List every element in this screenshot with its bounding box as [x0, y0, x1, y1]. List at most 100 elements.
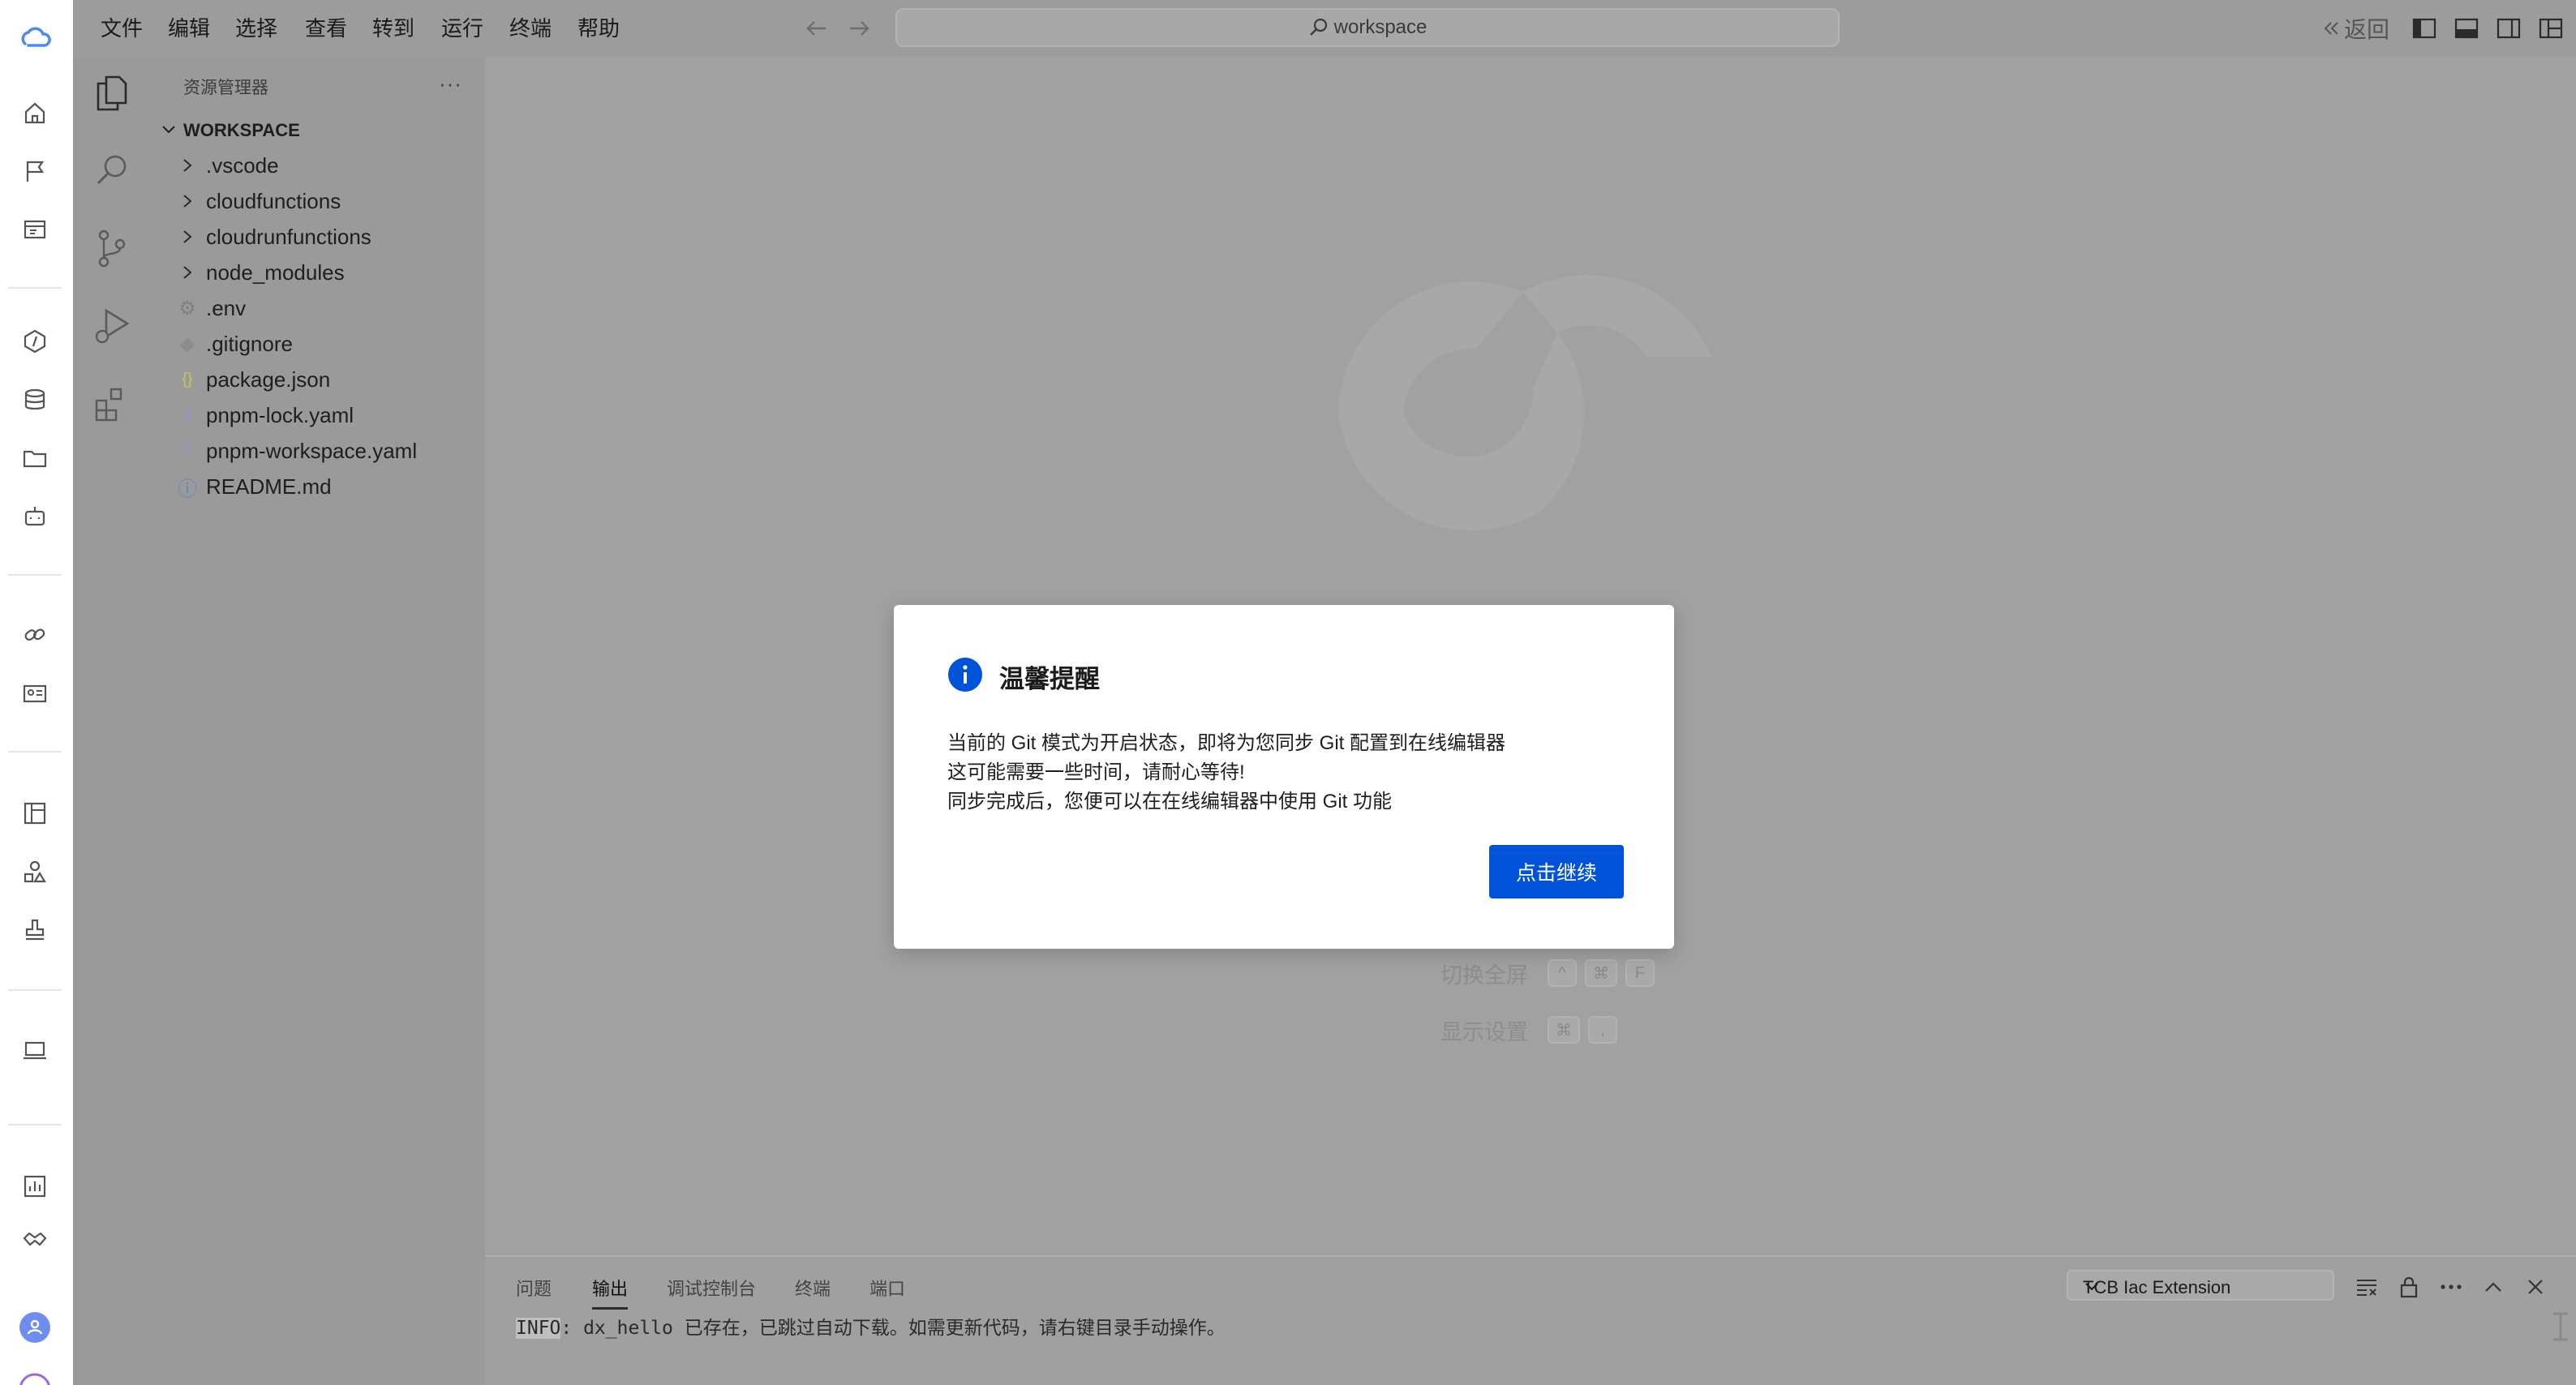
menu-file[interactable]: 文件 — [101, 14, 143, 43]
id-card-icon[interactable] — [16, 675, 54, 712]
tab-debug-console[interactable]: 调试控制台 — [667, 1275, 756, 1307]
json-file-icon: {} — [182, 370, 193, 388]
tree-folder-item[interactable]: .vscode — [151, 148, 485, 183]
keycap: ⌘ — [1585, 959, 1617, 987]
home-icon[interactable] — [16, 94, 54, 131]
tree-file-item[interactable]: {} package.json — [151, 362, 485, 397]
tree-item-label: cloudfunctions — [206, 189, 341, 213]
search-icon — [1308, 17, 1329, 38]
continue-button[interactable]: 点击继续 — [1489, 845, 1624, 898]
activity-bar — [73, 57, 151, 1385]
menu-go[interactable]: 转到 — [372, 14, 414, 43]
dialog-title: 温馨提醒 — [999, 665, 1100, 693]
tree-item-label: pnpm-lock.yaml — [206, 403, 354, 427]
tree-folder-item[interactable]: cloudfunctions — [151, 183, 485, 219]
tree-item-label: .gitignore — [206, 332, 293, 356]
shapes-icon[interactable] — [16, 853, 54, 890]
database-icon[interactable] — [16, 381, 54, 418]
hint-toggle-fullscreen: 切换全屏 ^ ⌘ F — [1440, 958, 1655, 988]
tree-item-label: node_modules — [206, 260, 345, 285]
robot-icon[interactable] — [16, 498, 54, 535]
extensions-icon[interactable] — [88, 379, 136, 428]
menu-terminal[interactable]: 终端 — [509, 14, 552, 43]
cloud-nav-rail — [0, 0, 73, 1385]
explorer-files-icon[interactable] — [88, 68, 136, 117]
info-icon — [947, 657, 983, 692]
hint-label: 显示设置 — [1440, 1019, 1528, 1044]
tree-item-label: cloudrunfunctions — [206, 225, 371, 249]
menu-help[interactable]: 帮助 — [577, 14, 620, 43]
info-file-icon: ⓘ — [178, 478, 197, 500]
more-actions-icon[interactable] — [2436, 1273, 2466, 1301]
log-level: INFO — [516, 1318, 561, 1339]
assistant-icon[interactable] — [16, 1362, 54, 1385]
user-avatar-icon[interactable] — [16, 1309, 54, 1346]
close-panel-icon[interactable] — [2521, 1273, 2550, 1301]
output-log-line: INFO: dx_hello 已存在，已跳过自动下载。如需更新代码，请右键目录手… — [516, 1312, 1226, 1340]
tree-file-item[interactable]: ! pnpm-workspace.yaml — [151, 433, 485, 469]
tree-file-item[interactable]: ◆ .gitignore — [151, 326, 485, 362]
toggle-secondary-sidebar-icon[interactable] — [2497, 15, 2521, 42]
tree-file-item[interactable]: ⓘ README.md — [151, 469, 485, 504]
dialog-message-line: 同步完成后，您便可以在在线编辑器中使用 Git 功能 — [947, 791, 1393, 813]
cloudbase-logo-icon[interactable] — [16, 19, 54, 57]
keycap: ^ — [1548, 959, 1577, 987]
gear-file-icon: ⚙ — [178, 297, 196, 319]
search-view-icon[interactable] — [88, 146, 136, 195]
explorer-more-actions[interactable]: ··· — [439, 71, 462, 96]
tab-terminal[interactable]: 终端 — [795, 1275, 831, 1307]
double-chevron-left-icon — [2321, 19, 2341, 38]
back-to-console-button[interactable]: 返回 — [2321, 15, 2389, 42]
run-debug-icon[interactable] — [88, 302, 136, 350]
hint-label: 切换全屏 — [1440, 963, 1528, 988]
link-icon[interactable] — [16, 616, 54, 654]
text-cursor-icon — [2550, 1310, 2571, 1343]
menu-edit[interactable]: 编辑 — [168, 14, 210, 43]
chevron-right-icon — [177, 225, 198, 248]
maximize-panel-icon[interactable] — [2479, 1273, 2508, 1301]
clear-output-icon[interactable] — [2352, 1273, 2381, 1301]
tree-file-item[interactable]: ⚙ .env — [151, 290, 485, 326]
tree-item-label: README.md — [206, 474, 332, 499]
yaml-file-icon: ! — [184, 440, 191, 461]
git-sync-reminder-dialog: 温馨提醒 当前的 Git 模式为开启状态，即将为您同步 Git 配置到在线编辑器… — [894, 605, 1674, 949]
log-message: : dx_hello 已存在，已跳过自动下载。如需更新代码，请右键目录手动操作。 — [560, 1318, 1226, 1339]
menu-view[interactable]: 查看 — [305, 14, 347, 43]
stamp-icon[interactable] — [16, 911, 54, 949]
function-icon[interactable] — [16, 323, 54, 360]
storage-folder-icon[interactable] — [16, 440, 54, 477]
cloudbase-watermark-logo — [1290, 235, 1760, 560]
toggle-primary-sidebar-icon[interactable] — [2412, 15, 2436, 42]
tree-folder-item[interactable]: node_modules — [151, 255, 485, 290]
command-center-search[interactable]: workspace — [895, 8, 1840, 47]
bar-chart-icon[interactable] — [16, 1168, 54, 1205]
toggle-panel-icon[interactable] — [2454, 15, 2479, 42]
workspace-header[interactable]: WORKSPACE — [151, 115, 485, 144]
menu-selection[interactable]: 选择 — [235, 14, 277, 43]
lock-icon[interactable] — [2394, 1273, 2424, 1301]
yaml-file-icon: ! — [184, 404, 191, 426]
tree-folder-item[interactable]: cloudrunfunctions — [151, 219, 485, 255]
hint-show-settings: 显示设置 ⌘ , — [1440, 1015, 1617, 1044]
laptop-icon[interactable] — [16, 1031, 54, 1069]
template-icon[interactable] — [16, 211, 54, 248]
menu-run[interactable]: 运行 — [441, 14, 483, 43]
chevron-right-icon — [177, 154, 198, 177]
source-control-icon[interactable] — [88, 224, 136, 272]
explorer-sidebar: 资源管理器 ··· WORKSPACE .vscode cloudfunction… — [151, 57, 485, 1385]
tab-problems[interactable]: 问题 — [516, 1275, 552, 1307]
customize-layout-icon[interactable] — [2539, 15, 2563, 42]
back-label: 返回 — [2344, 17, 2390, 42]
tab-output[interactable]: 输出 — [592, 1275, 629, 1310]
layout-icon[interactable] — [16, 795, 54, 832]
tree-item-label: .env — [206, 296, 247, 320]
back-arrow-icon[interactable] — [803, 16, 831, 41]
forward-arrow-icon[interactable] — [845, 16, 873, 41]
chevron-right-icon — [177, 261, 198, 284]
handshake-icon[interactable] — [16, 1221, 54, 1259]
tab-ports[interactable]: 端口 — [869, 1275, 905, 1307]
flag-icon[interactable] — [16, 152, 54, 190]
git-file-icon: ◆ — [179, 332, 195, 355]
tree-file-item[interactable]: ! pnpm-lock.yaml — [151, 397, 485, 433]
output-channel-select[interactable]: TCB Iac Extension — [2067, 1270, 2334, 1301]
